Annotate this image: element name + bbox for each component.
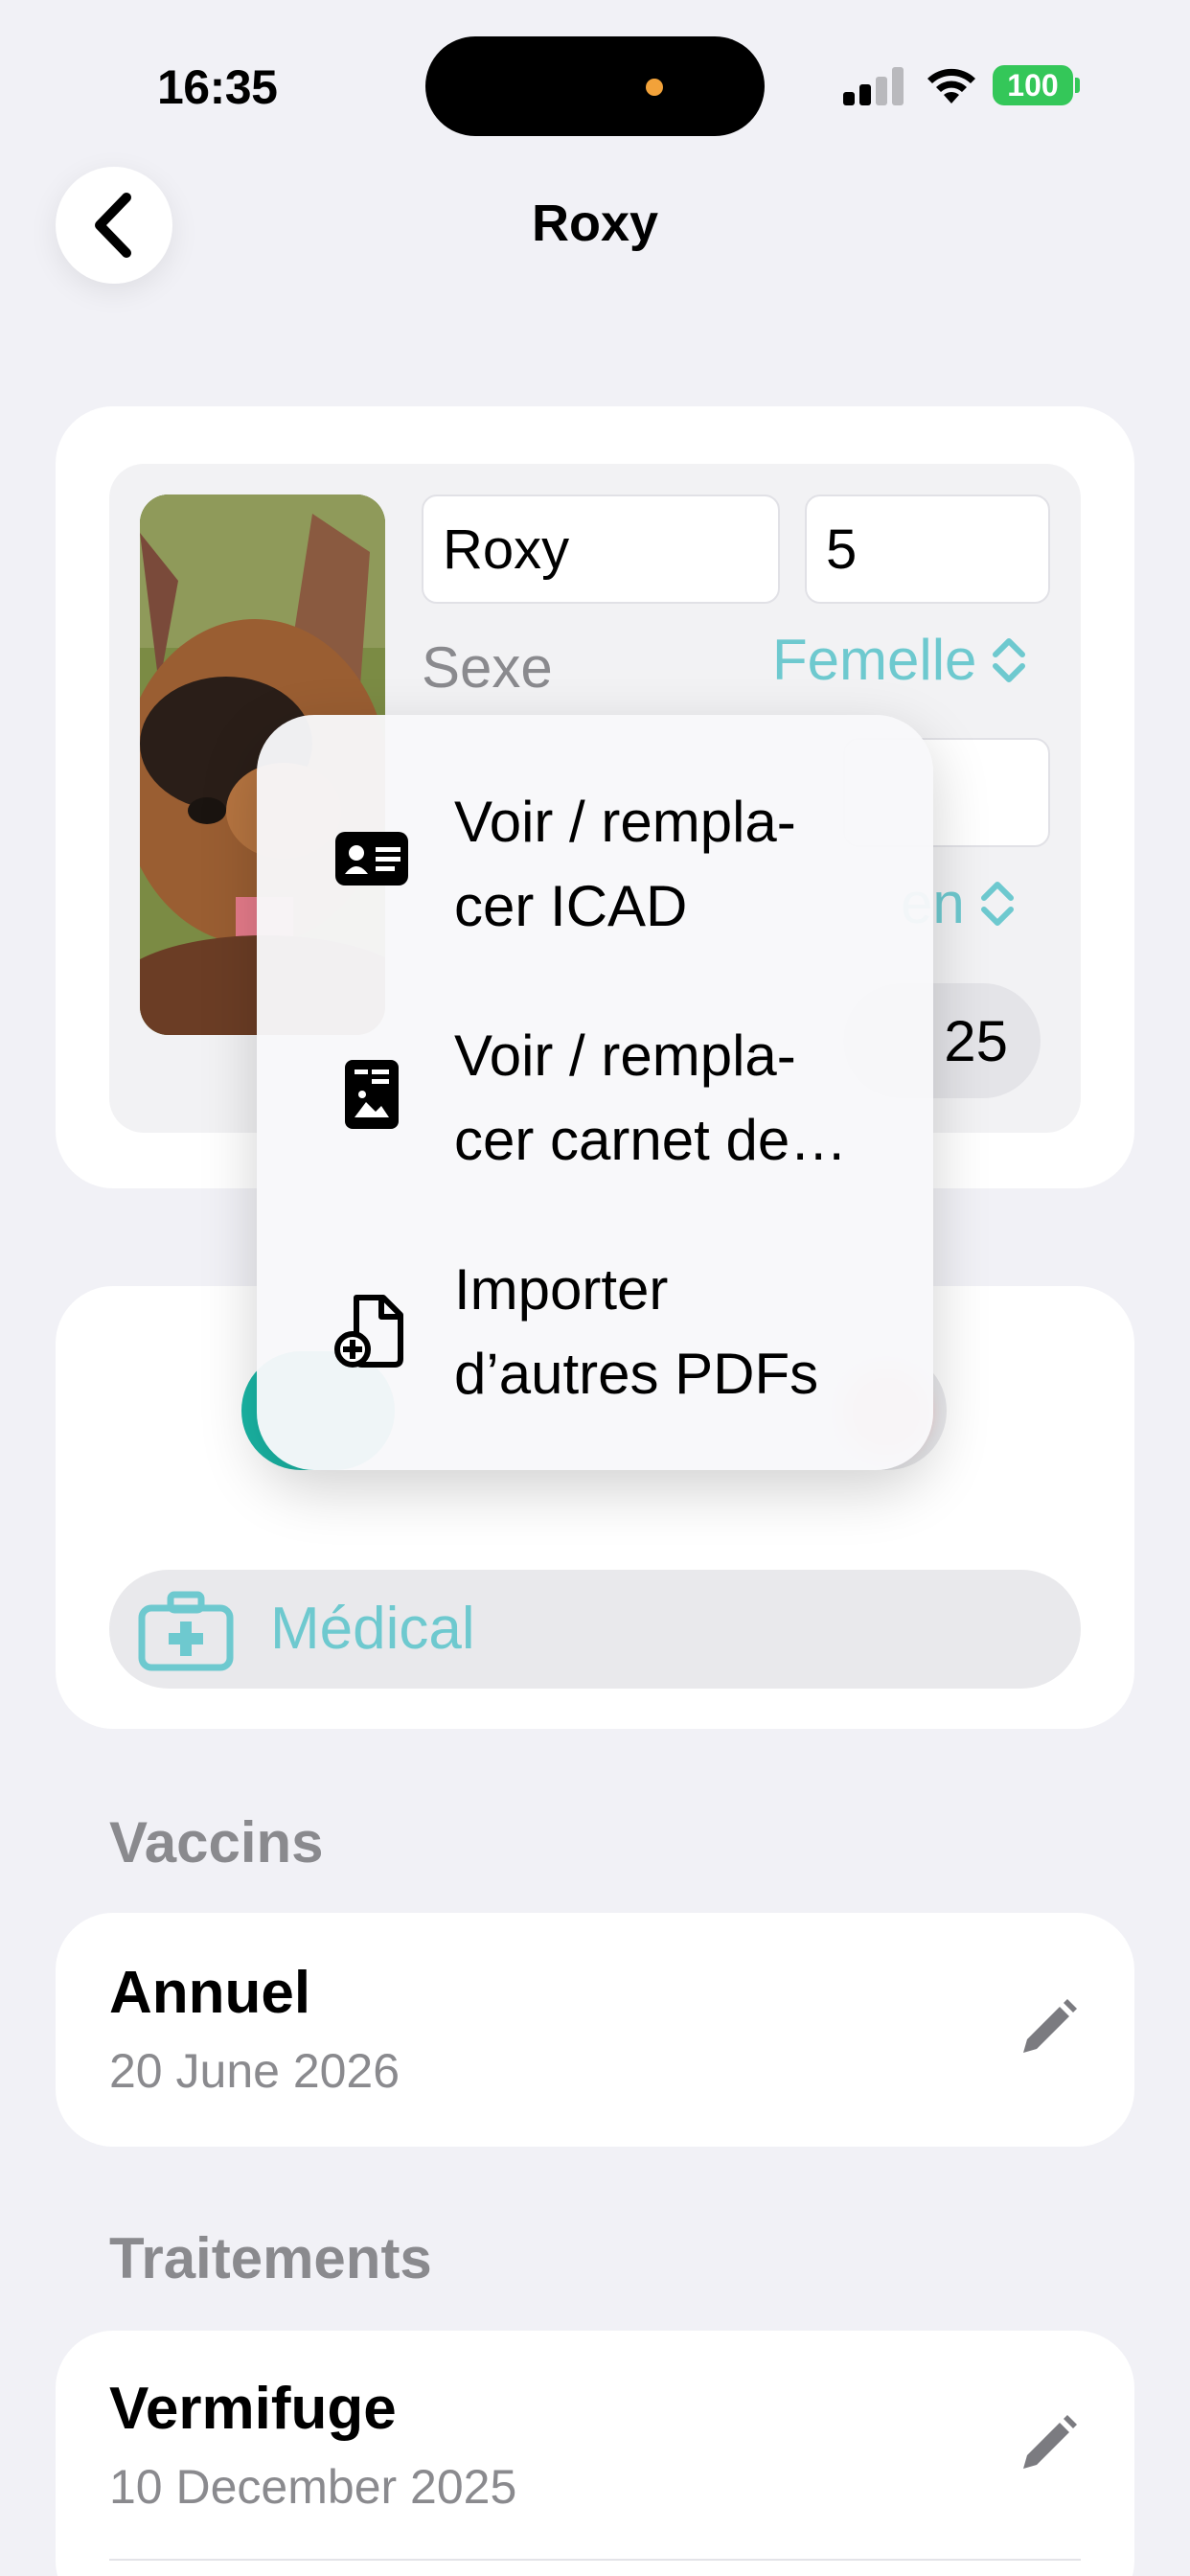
cellular-signal-icon [843, 67, 904, 105]
medical-button[interactable]: Médical [109, 1570, 1081, 1689]
treatment-title: Vermifuge [109, 2376, 397, 2442]
age-value: 5 [826, 518, 858, 581]
page-title: Roxy [531, 195, 659, 252]
menu-item-icad[interactable]: Voir / rempla- cer ICAD [257, 772, 933, 964]
sex-picker[interactable]: Femelle [772, 627, 1028, 693]
chevron-up-down-icon [993, 637, 1026, 682]
menu-item-carnet[interactable]: Voir / rempla- cer carnet de… [257, 1006, 933, 1198]
birthdate-value: 25 [944, 1008, 1008, 1073]
traitements-section-title: Traitements [109, 2226, 432, 2290]
medical-kit-icon [138, 1591, 234, 1671]
id-card-icon [335, 832, 408, 886]
name-field[interactable]: Roxy [422, 494, 780, 604]
document-image-icon [345, 1060, 399, 1129]
document-add-icon [334, 1295, 403, 1368]
medical-label: Médical [270, 1596, 475, 1662]
wifi-icon [927, 68, 975, 104]
pencil-icon[interactable] [1016, 1997, 1079, 2060]
vaccine-card[interactable] [56, 1913, 1134, 2147]
screen: 16:35 100 Roxy Roxy 5 Sexe Femelle 25 Mé… [0, 0, 1190, 2576]
pencil-icon[interactable] [1016, 2413, 1079, 2476]
age-field[interactable]: 5 [805, 494, 1050, 604]
name-value: Roxy [443, 518, 570, 581]
battery-level: 100 [1007, 68, 1059, 103]
sex-label: Sexe [422, 635, 553, 700]
chevron-up-down-icon [980, 881, 1014, 926]
vaccins-section-title: Vaccins [109, 1810, 324, 1874]
divider [109, 2559, 1081, 2561]
dynamic-island [425, 36, 765, 136]
battery-icon: 100 [993, 65, 1080, 105]
status-time: 16:35 [157, 60, 278, 114]
menu-item-import-pdfs[interactable]: Importer d’autres PDFs [257, 1240, 933, 1432]
privacy-indicator-dot [646, 79, 663, 96]
vaccine-date: 20 June 2026 [109, 2044, 400, 2098]
treatment-date: 10 December 2025 [109, 2460, 517, 2514]
treatment-card[interactable] [56, 2331, 1134, 2576]
sex-value: Femelle [772, 628, 977, 692]
vaccine-title: Annuel [109, 1960, 311, 2026]
menu-item-import-pdfs-label: Importer d’autres PDFs [454, 1257, 819, 1406]
menu-item-carnet-label: Voir / rempla- cer carnet de… [454, 1024, 848, 1172]
menu-item-icad-label: Voir / rempla- cer ICAD [454, 790, 796, 938]
